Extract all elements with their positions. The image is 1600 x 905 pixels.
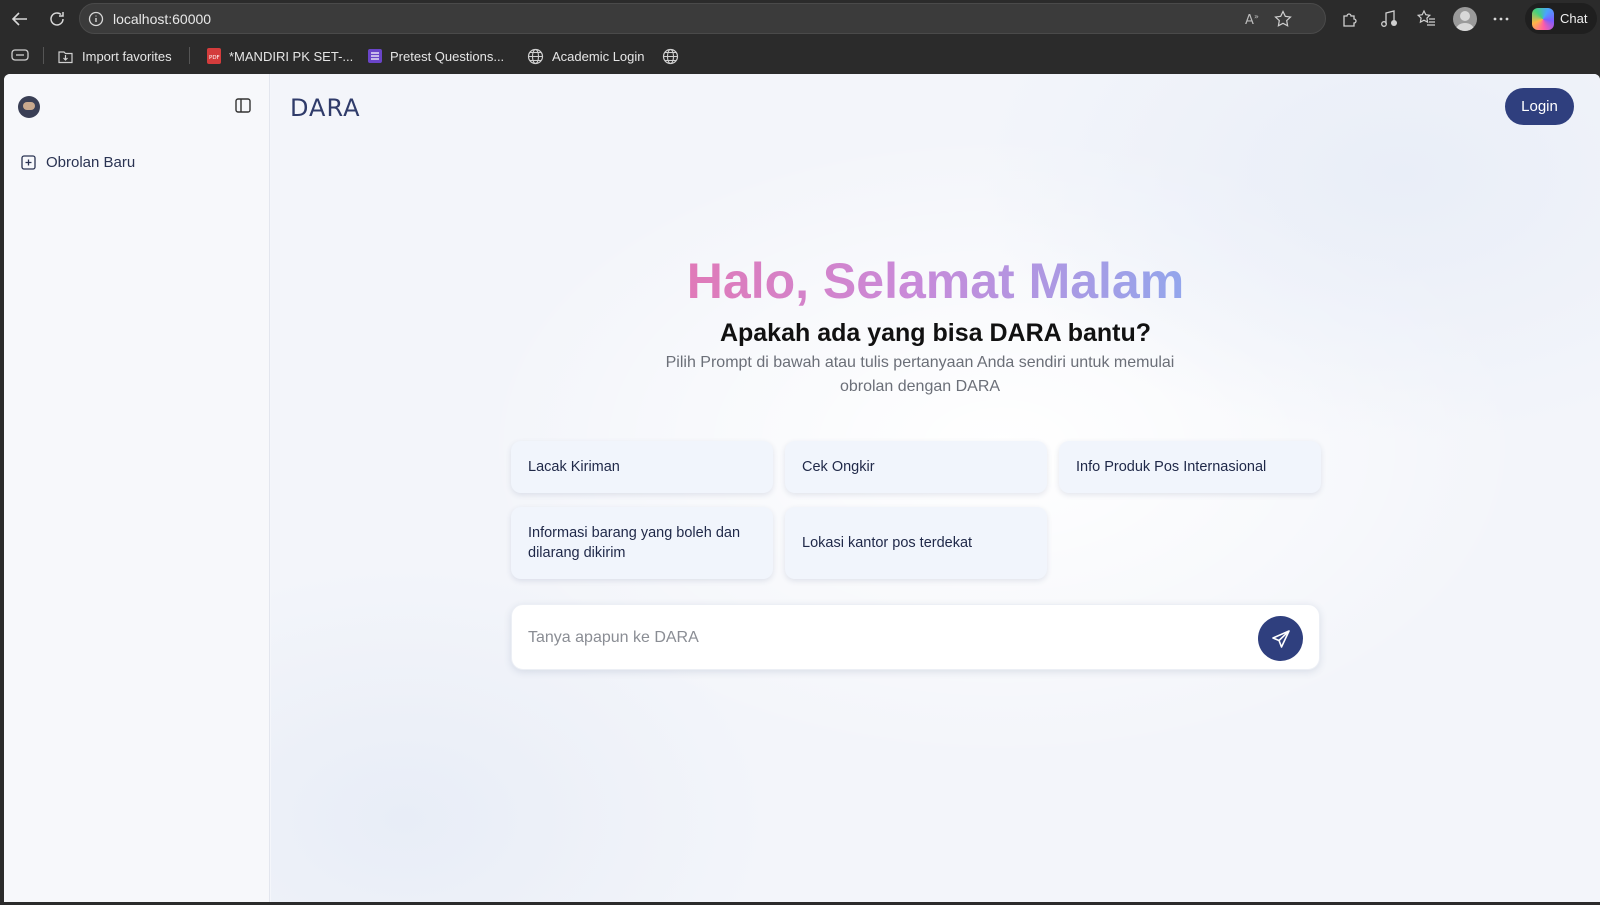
prompt-card[interactable]: Lacak Kiriman <box>511 441 773 493</box>
favorite-label: Pretest Questions... <box>390 48 505 64</box>
back-arrow-icon <box>11 12 27 26</box>
media-button[interactable] <box>1376 6 1402 32</box>
favorite-star-icon[interactable] <box>1274 10 1292 28</box>
more-horizontal-icon <box>1493 17 1509 21</box>
more-options-button[interactable] <box>1488 6 1514 32</box>
favorite-mandiri[interactable]: PDF *MANDIRI PK SET-... <box>207 46 353 66</box>
new-chat-label: Obrolan Baru <box>46 154 136 171</box>
music-icon <box>1381 10 1397 27</box>
tab-actions-icon[interactable] <box>11 48 29 62</box>
greeting-heading: Halo, Selamat Malam <box>271 252 1600 310</box>
info-icon <box>88 11 104 27</box>
globe-icon <box>527 48 544 64</box>
address-bar[interactable]: localhost:60000 A» <box>79 3 1326 34</box>
help-question: Apakah ada yang bisa DARA bantu? <box>719 319 1152 347</box>
url-text: localhost:60000 <box>113 11 212 27</box>
web-page: Obrolan Baru DARA Login Halo, Selamat Ma… <box>4 74 1600 902</box>
read-aloud-icon[interactable]: A» <box>1245 11 1263 27</box>
refresh-button[interactable] <box>44 6 70 32</box>
extensions-button[interactable] <box>1337 6 1363 32</box>
chat-label: Chat <box>1560 11 1588 26</box>
panel-left-icon <box>235 98 251 113</box>
app-logo-icon <box>18 96 40 118</box>
favorite-label: *MANDIRI PK SET-... <box>229 48 354 64</box>
import-icon <box>58 50 73 63</box>
prompt-card[interactable]: Cek Ongkir <box>785 441 1047 493</box>
favorite-import[interactable]: Import favorites <box>57 46 172 66</box>
refresh-icon <box>50 12 64 26</box>
brand-logo[interactable]: DARA <box>290 94 361 122</box>
sidebar-toggle-button[interactable] <box>235 98 251 118</box>
sidebar: Obrolan Baru <box>4 74 270 902</box>
plus-square-icon <box>21 155 36 170</box>
chat-input-box <box>511 604 1320 670</box>
favorites-button[interactable] <box>1414 6 1440 32</box>
list-icon <box>368 49 382 63</box>
favorite-pretest[interactable]: Pretest Questions... <box>368 46 504 66</box>
favorite-label: Import favorites <box>82 48 172 64</box>
svg-text:A: A <box>1245 13 1254 27</box>
send-button[interactable] <box>1258 616 1303 661</box>
send-icon <box>1271 629 1290 648</box>
globe-icon <box>662 48 679 64</box>
svg-text:»: » <box>1254 12 1259 21</box>
favorite-globe[interactable] <box>662 46 679 66</box>
favorites-list-icon <box>1417 9 1435 26</box>
puzzle-icon <box>1343 13 1357 27</box>
copilot-chat-button[interactable]: Chat <box>1525 3 1597 34</box>
greeting-text: Halo, Selamat Malam <box>686 253 1185 309</box>
browser-toolbar: localhost:60000 A» Chat <box>0 0 1600 37</box>
profile-avatar[interactable] <box>1453 7 1477 31</box>
intro-description: Pilih Prompt di bawah atau tulis pertany… <box>665 354 1175 395</box>
prompt-card[interactable]: Informasi barang yang boleh dan dilarang… <box>511 507 773 579</box>
favorite-academic-login[interactable]: Academic Login <box>527 46 645 66</box>
favorite-label: Academic Login <box>552 48 645 64</box>
chat-input[interactable] <box>528 625 1228 651</box>
main-area: DARA Login Halo, Selamat Malam Apakah ad… <box>271 74 1600 902</box>
prompt-card[interactable]: Lokasi kantor pos terdekat <box>785 507 1047 579</box>
login-button[interactable]: Login <box>1505 88 1574 125</box>
prompt-card[interactable]: Info Produk Pos Internasional <box>1059 441 1321 493</box>
pdf-icon: PDF <box>207 48 221 64</box>
svg-text:PDF: PDF <box>209 55 220 61</box>
copilot-icon <box>1532 7 1554 30</box>
back-button[interactable] <box>7 6 33 32</box>
favorites-bar: Import favorites PDF *MANDIRI PK SET-...… <box>0 37 1600 74</box>
new-chat-button[interactable]: Obrolan Baru <box>21 154 135 171</box>
